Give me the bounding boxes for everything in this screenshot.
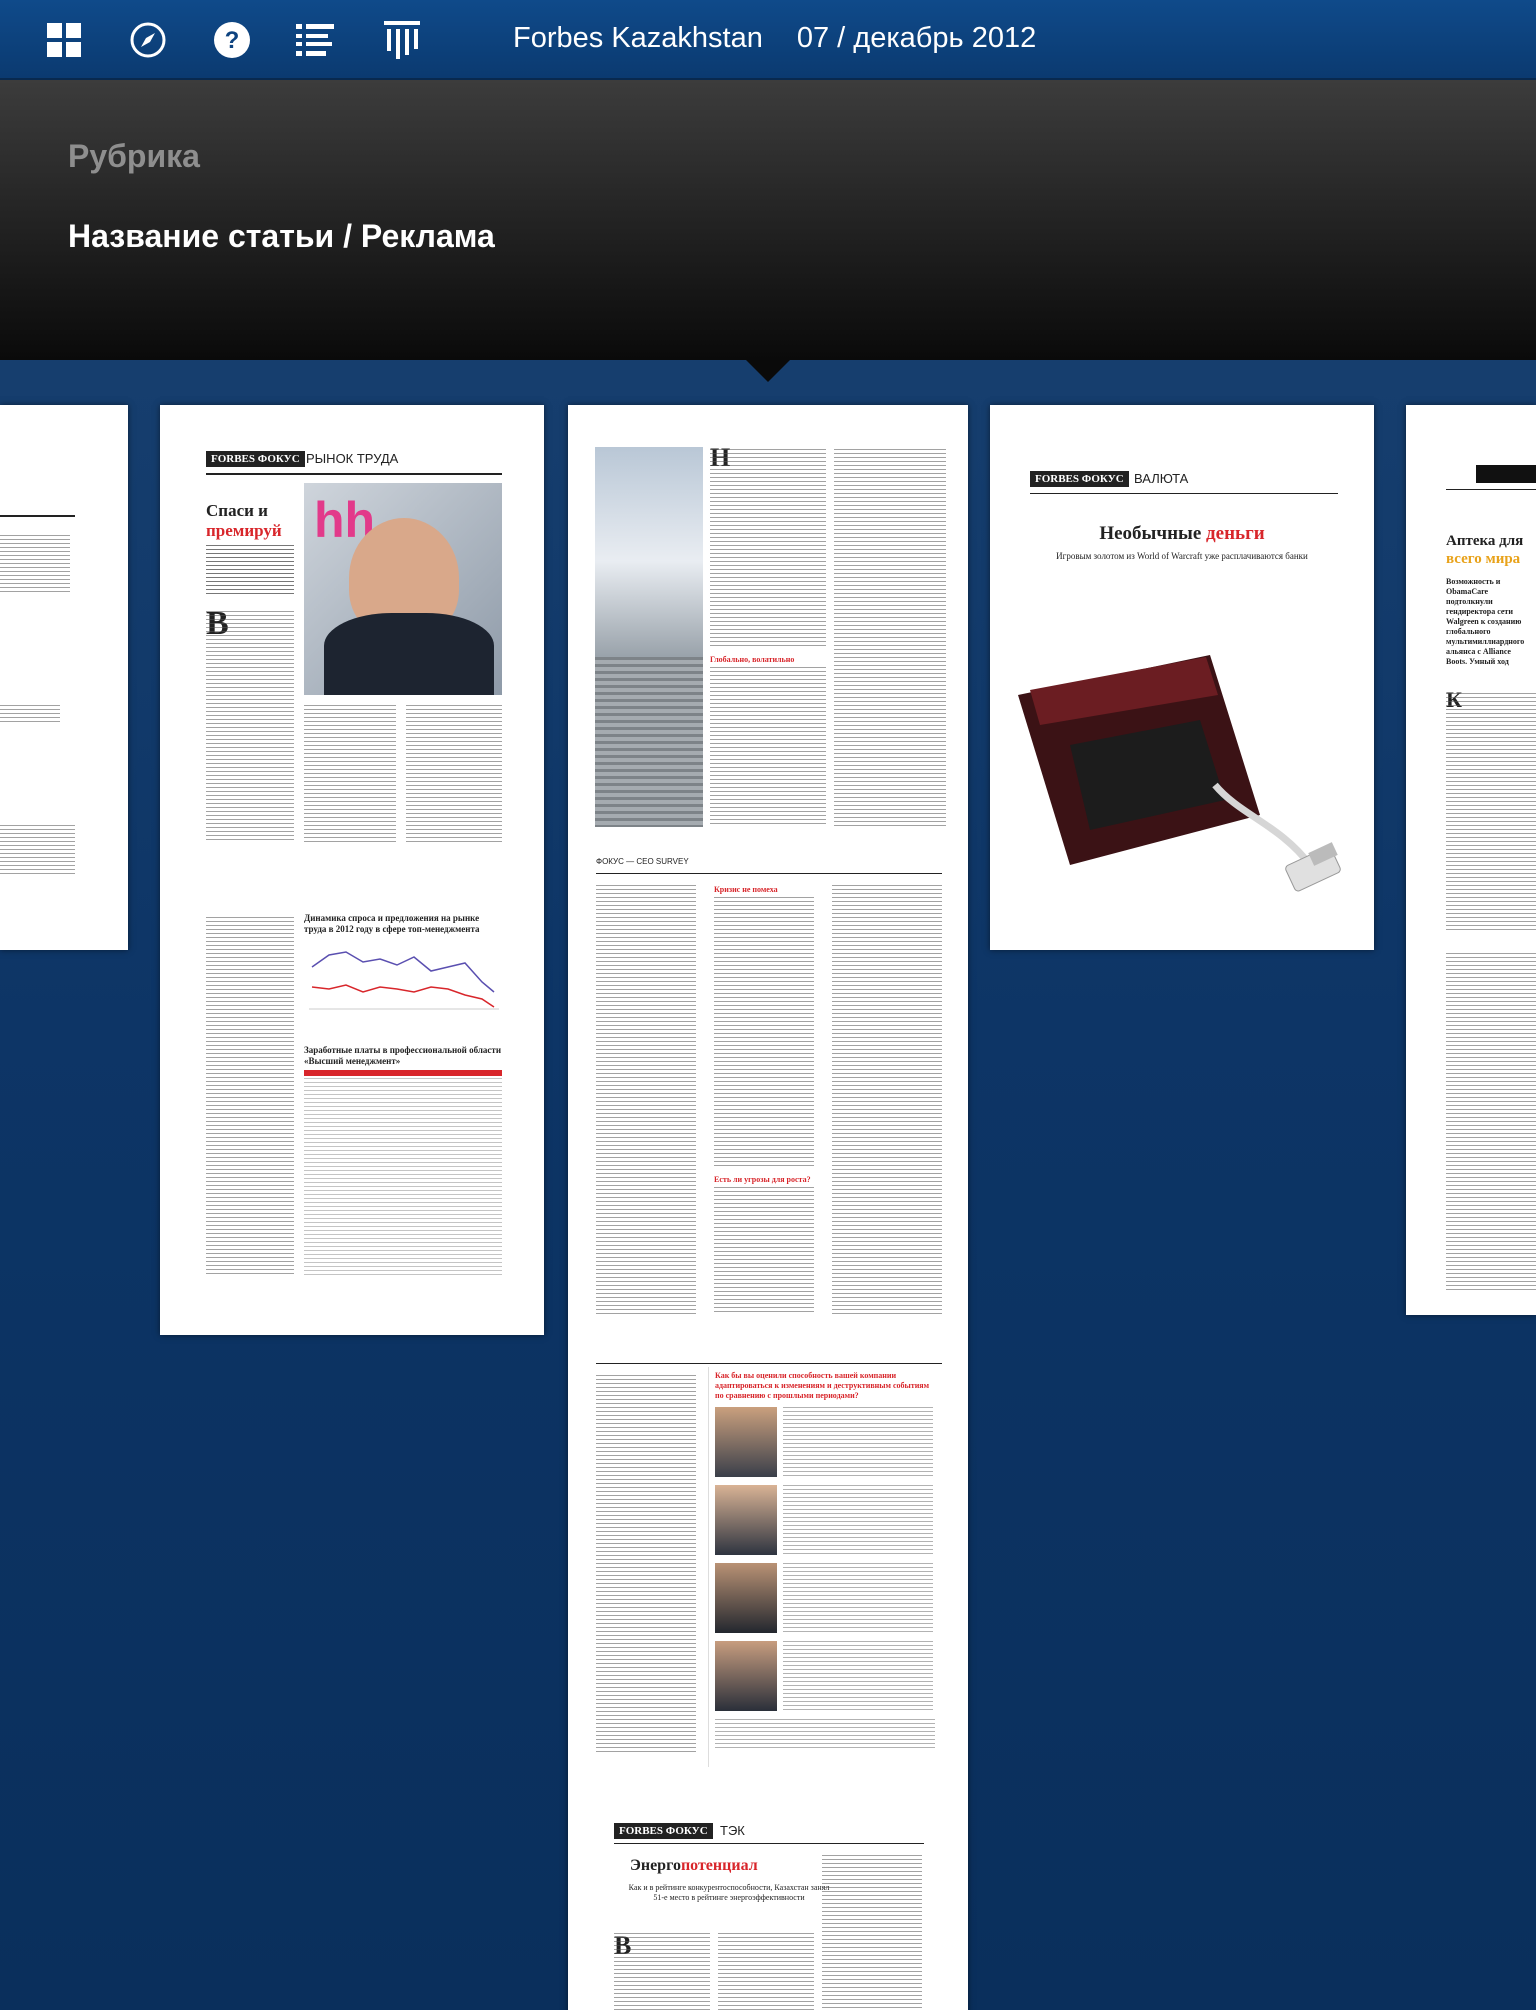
section-label: ФОКУС — CEO SURVEY xyxy=(596,857,689,866)
page-strip[interactable]: FORBES ФОКУС РЫНОК ТРУДА Спаси и премиру… xyxy=(0,360,1536,2010)
page-thumbnail-prev[interactable] xyxy=(0,405,128,950)
page-headline-line2: премируй xyxy=(206,521,282,540)
subheading-2: Кризис не помеха xyxy=(714,885,778,894)
article-title: Название статьи / Реклама xyxy=(68,218,495,254)
page-thumbnail-next[interactable]: Аптека для всего мира Возможность и Obam… xyxy=(1406,405,1536,1315)
chart-title: Динамика спроса и предложения на рынке т… xyxy=(304,913,480,934)
article-header: Рубрика Название статьи / Реклама xyxy=(0,80,1536,360)
brand-logo-3: FORBES ФОКУС xyxy=(1030,471,1129,487)
columns-icon[interactable] xyxy=(380,18,424,62)
energy-deck: Как и в рейтинге конкурентоспособности, … xyxy=(628,1883,830,1902)
energy-headline: Энергопотенциал xyxy=(630,1857,758,1874)
page-rubric: РЫНОК ТРУДА xyxy=(306,451,399,466)
stairs-photo xyxy=(595,447,703,827)
page-rubric-3: ВАЛЮТА xyxy=(1134,471,1189,486)
subheading-1: Глобально, волатильно xyxy=(710,655,795,664)
rubric-label: Рубрика xyxy=(68,138,200,174)
current-page-pointer xyxy=(746,360,790,382)
page-thumbnail-labor-market[interactable]: FORBES ФОКУС РЫНОК ТРУДА Спаси и премиру… xyxy=(160,405,544,1335)
page-thumbnail-ceo-survey[interactable]: Н Глобально, волатильно ФОКУС — CEO SURV… xyxy=(568,405,968,2010)
box-title: Как бы вы оценили способность вашей комп… xyxy=(715,1371,930,1400)
chart-figure xyxy=(304,937,502,1017)
page-thumbnail-currency[interactable]: FORBES ФОКУС ВАЛЮТА Необычные деньги Игр… xyxy=(990,405,1374,950)
compass-icon[interactable] xyxy=(126,18,170,62)
subheading-3: Есть ли угрозы для роста? xyxy=(714,1175,811,1184)
issue-title: Forbes Kazakhstan 07 / декабрь 2012 xyxy=(513,18,1070,58)
svg-text:?: ? xyxy=(225,27,240,54)
help-icon[interactable]: ? xyxy=(210,18,254,62)
page-headline-line1: Спаси и xyxy=(206,501,268,520)
list-icon[interactable] xyxy=(294,18,338,62)
issue-date: 07 / декабрь 2012 xyxy=(796,22,1037,54)
currency-headline: Необычные деньги xyxy=(1099,523,1265,544)
brand-logo: FORBES ФОКУС xyxy=(206,451,305,467)
portrait-photo: hh xyxy=(304,483,502,695)
pharmacy-headline-line1: Аптека для xyxy=(1446,533,1524,549)
magazine-name: Forbes Kazakhstan xyxy=(513,22,763,54)
grid-icon[interactable] xyxy=(42,18,86,62)
page-rubric-2: ТЭК xyxy=(720,1823,745,1838)
pharmacy-deck: Возможность и ObamaCare подтолкнули генд… xyxy=(1446,577,1525,666)
table-title: Заработные платы в профессиональной обла… xyxy=(304,1045,502,1066)
top-toolbar: ? Forbes Kazakhstan 07 / декабрь 2012 xyxy=(0,0,1536,80)
brand-logo-2: FORBES ФОКУС xyxy=(614,1823,713,1839)
currency-deck: Игровым золотом из World of Warcraft уже… xyxy=(1056,551,1308,561)
pharmacy-headline-line2: всего мира xyxy=(1446,551,1521,567)
wallet-usb-photo xyxy=(1010,635,1356,925)
executive-quotes-box: Как бы вы оценили способность вашей комп… xyxy=(708,1367,943,1767)
